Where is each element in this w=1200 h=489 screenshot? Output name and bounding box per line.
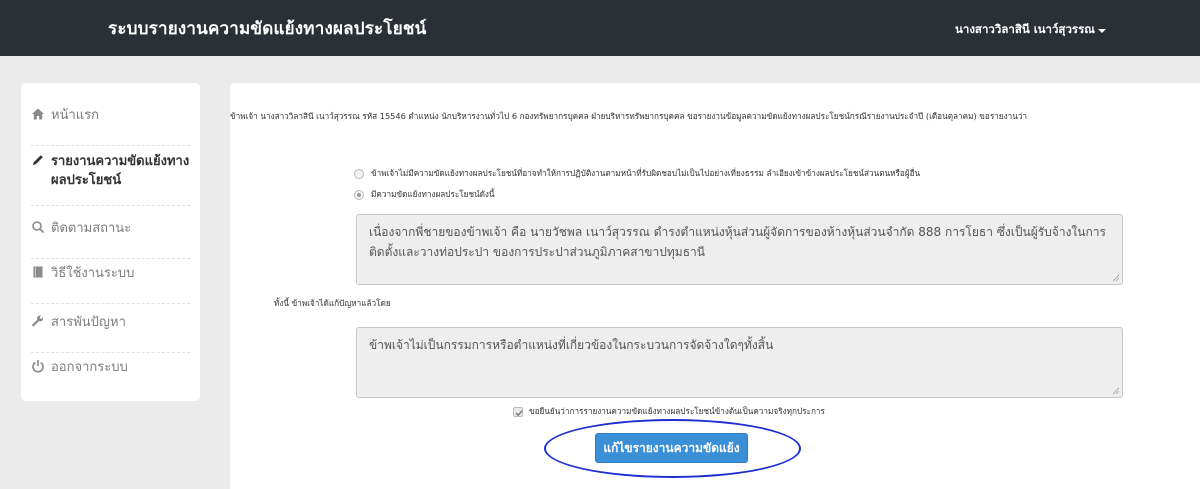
wrench-icon [31, 315, 43, 327]
sidebar-item-label: ออกจากระบบ [51, 360, 128, 375]
resize-grip-icon[interactable] [1112, 387, 1120, 395]
sidebar-item-conflict-report[interactable]: รายงานความขัดแย้งทางผลประโยชน์ [31, 152, 190, 206]
app-title[interactable]: ระบบรายงานความขัดแย้งทางผลประโยชน์ [108, 15, 426, 42]
sidebar-item-logout[interactable]: ออกจากระบบ [31, 358, 190, 392]
radio-has-conflict[interactable] [354, 189, 364, 200]
sidebar-item-label: รายงานความขัดแย้งทางผลประโยชน์ [51, 154, 190, 188]
pencil-icon [33, 155, 43, 165]
resolution-detail-textarea[interactable]: ข้าพเจ้าไม่เป็นกรรมการหรือตำแหน่งที่เกี่… [356, 327, 1123, 398]
report-intro-text: ข้าพเจ้า นางสาววิลาสินี เนาว์สุวรรณ รหัส… [230, 111, 1027, 121]
option-no-conflict[interactable]: ข้าพเจ้าไม่มีความขัดแย้งทางผลประโยชน์ที่… [354, 167, 920, 180]
user-menu-dropdown[interactable]: นางสาววิลาสินี เนาว์สุวรรณ [955, 21, 1106, 39]
edit-report-button[interactable]: แก้ไขรายงานความขัดแย้ง [595, 433, 748, 463]
confirm-checkbox[interactable] [513, 406, 523, 417]
top-navbar: ระบบรายงานความขัดแย้งทางผลประโยชน์ นางสา… [0, 0, 1200, 56]
sidebar-item-label: หน้าแรก [51, 108, 99, 123]
conflict-detail-textarea[interactable]: เนื่องจากพี่ชายของข้าพเจ้า คือ นายวัชพล … [356, 214, 1123, 285]
main-panel: ข้าพเจ้า นางสาววิลาสินี เนาว์สุวรรณ รหัส… [230, 83, 1200, 489]
checkmark-icon [515, 409, 523, 416]
power-icon [32, 360, 44, 373]
sidebar: หน้าแรก รายงานความขัดแย้งทางผลประโยชน์ ต… [21, 83, 200, 401]
sidebar-item-faq[interactable]: สารพันปัญหา [31, 313, 190, 353]
sidebar-item-track-status[interactable]: ติดตามสถานะ [31, 219, 190, 259]
sidebar-item-home[interactable]: หน้าแรก [31, 106, 190, 146]
user-name: นางสาววิลาสินี เนาว์สุวรรณ [955, 22, 1095, 36]
resize-grip-icon[interactable] [1112, 274, 1120, 282]
caret-down-icon [1097, 29, 1106, 33]
option-no-conflict-label: ข้าพเจ้าไม่มีความขัดแย้งทางผลประโยชน์ที่… [371, 168, 921, 178]
home-icon [32, 108, 44, 120]
confirm-row[interactable]: ขอยืนยันว่าการรายงานความขัดแย้งทางผลประโ… [513, 405, 825, 418]
sidebar-item-label: สารพันปัญหา [51, 315, 126, 330]
sidebar-item-label: วิธีใช้งานระบบ [51, 266, 135, 281]
conflict-detail-text: เนื่องจากพี่ชายของข้าพเจ้า คือ นายวัชพล … [369, 225, 1106, 259]
sidebar-item-user-guide[interactable]: วิธีใช้งานระบบ [31, 264, 190, 304]
sidebar-item-label: ติดตามสถานะ [51, 221, 132, 236]
resolution-label: ทั้งนี้ ข้าพเจ้าได้แก้ปัญหาแล้วโดย [274, 298, 391, 308]
confirm-label: ขอยืนยันว่าการรายงานความขัดแย้งทางผลประโ… [529, 406, 825, 416]
book-icon [33, 266, 43, 278]
radio-no-conflict[interactable] [354, 168, 364, 179]
resolution-detail-text: ข้าพเจ้าไม่เป็นกรรมการหรือตำแหน่งที่เกี่… [369, 338, 774, 352]
search-icon [32, 221, 45, 234]
option-has-conflict-label: มีความขัดแย้งทางผลประโยชน์ดังนี้ [371, 189, 495, 199]
option-has-conflict[interactable]: มีความขัดแย้งทางผลประโยชน์ดังนี้ [354, 188, 495, 201]
